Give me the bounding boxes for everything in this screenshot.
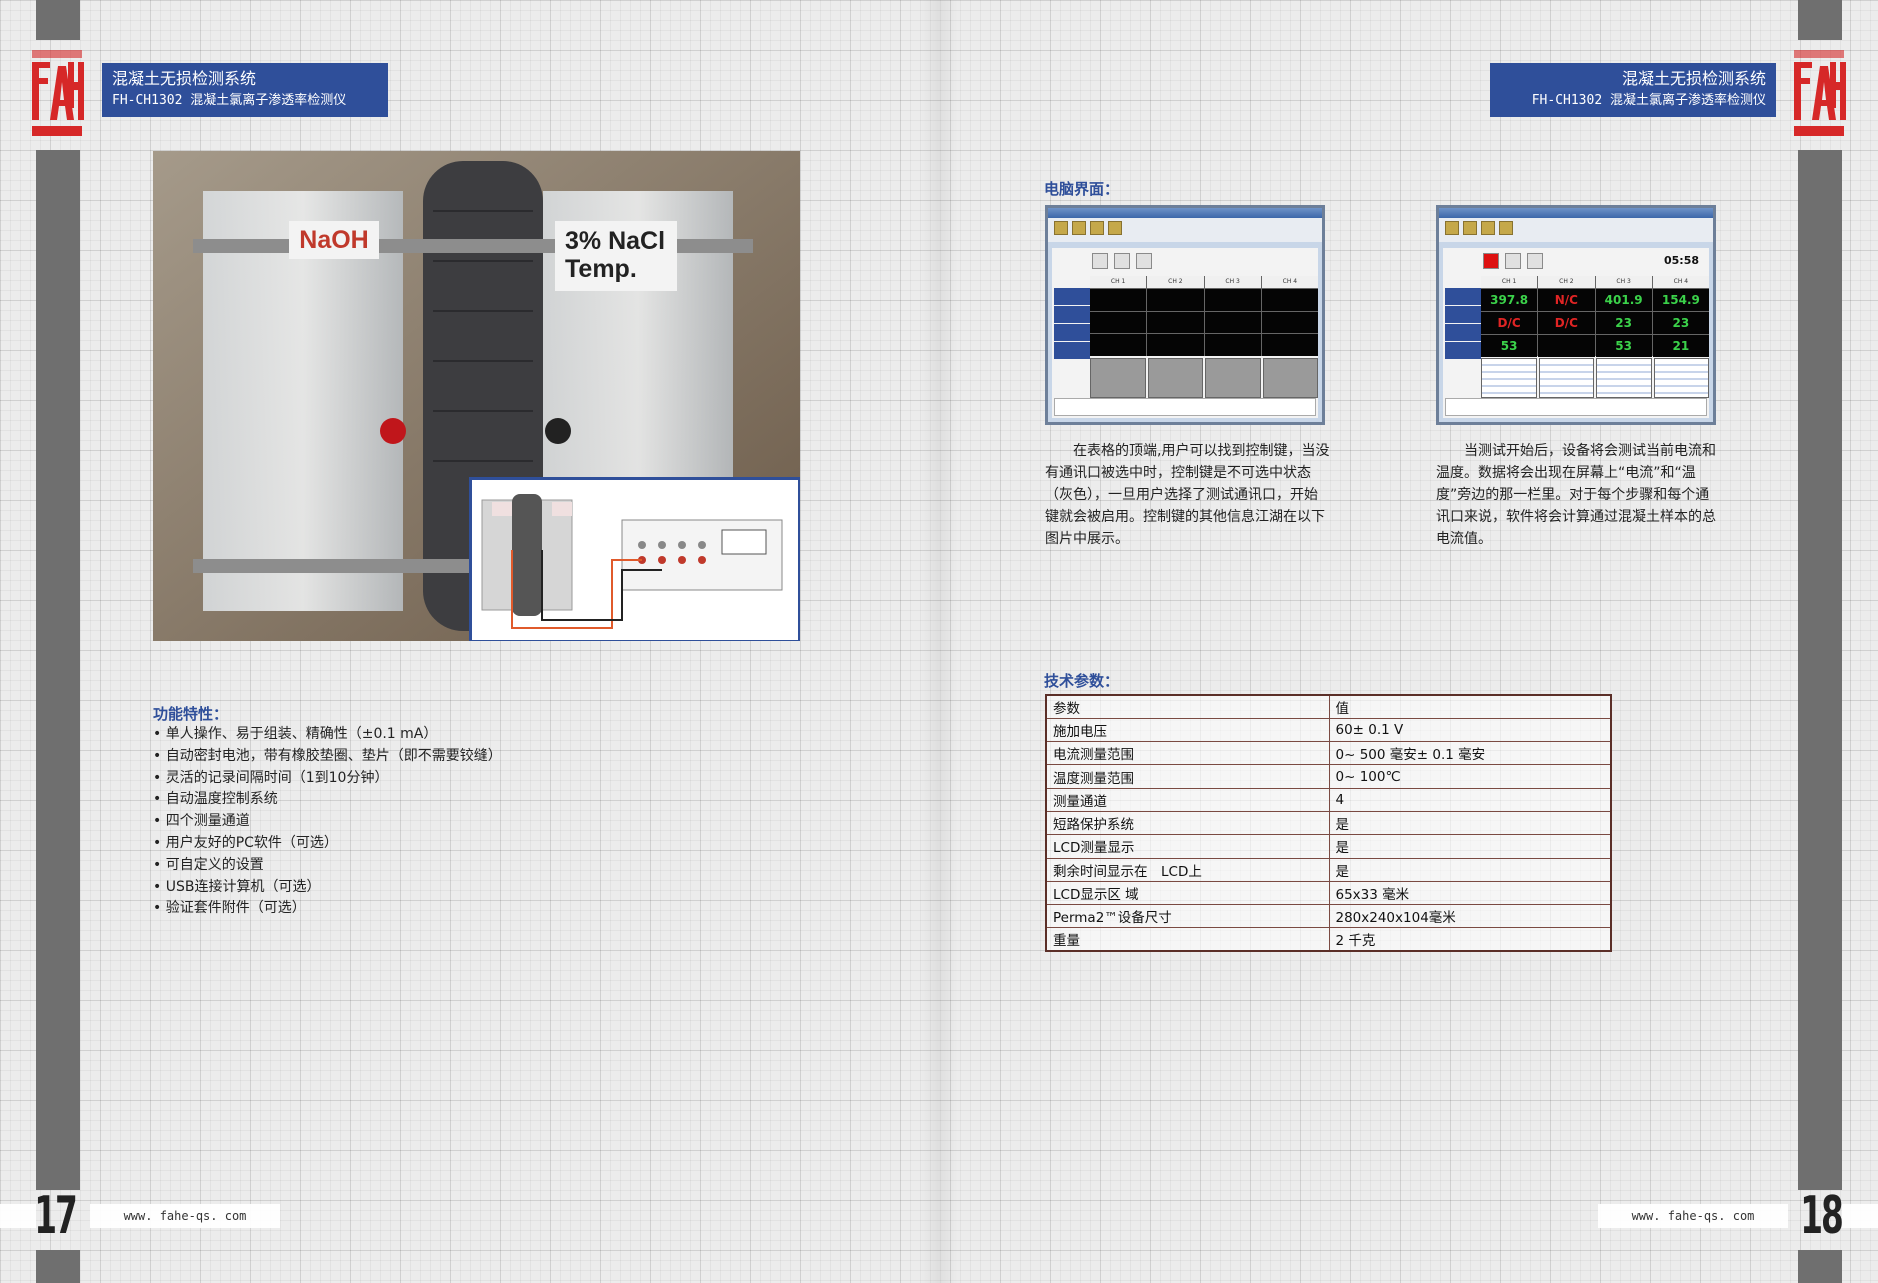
page-number-left: 17 bbox=[34, 1186, 77, 1246]
footer-strip-right bbox=[1842, 1204, 1878, 1228]
software-screenshot-idle: CH 1 CH 2 CH 3 CH 4 bbox=[1045, 205, 1325, 425]
list-item: 验证套件附件（可选） bbox=[153, 898, 502, 920]
pc-interface-title: 电脑界面： bbox=[1044, 180, 1120, 198]
software-screenshot-running: 05:58 CH 1 CH 2 CH 3 CH 4 397.8 N/C 401.9 … bbox=[1436, 205, 1716, 425]
save-icon bbox=[1136, 253, 1152, 269]
table-row: LCD测量显示是 bbox=[1045, 834, 1612, 859]
timer-readout: 05:58 bbox=[1663, 254, 1699, 267]
naoh-label: NaOH bbox=[289, 221, 379, 259]
table-row: 参数值 bbox=[1045, 694, 1612, 719]
table-row: 测量通道 4 bbox=[1045, 787, 1612, 812]
header-title: 混凝土无损检测系统 bbox=[1621, 69, 1766, 88]
header-banner-right: 混凝土无损检测系统 FH-CH1302 混凝土氯离子渗透率检测仪 bbox=[1490, 63, 1776, 117]
header-subtitle: FH-CH1302 混凝土氯离子渗透率检测仪 bbox=[112, 93, 347, 108]
fahe-logo-left bbox=[28, 48, 86, 140]
table-row: LCD显示区 域 65x33 毫米 bbox=[1045, 880, 1612, 906]
header-title: 混凝土无损检测系统 bbox=[112, 69, 257, 88]
stop-icon bbox=[1483, 253, 1499, 269]
tech-params-table: 参数值 施加电压 60± 0.1 V 电流测量范围 0~ 500 毫安± 0.1 毫… bbox=[1045, 694, 1612, 953]
wiring-diagram-inset bbox=[469, 477, 800, 641]
list-item: 自动温度控制系统 bbox=[153, 789, 502, 811]
list-item: 用户友好的PC软件（可选） bbox=[153, 833, 502, 855]
list-item: 四个测量通道 bbox=[153, 811, 502, 833]
table-row: Perma2™设备尺寸 280x240x104毫米 bbox=[1045, 904, 1612, 929]
chart-icon bbox=[1114, 253, 1130, 269]
table-row: 重量 2 千克 bbox=[1045, 927, 1612, 952]
fahe-logo-right bbox=[1790, 48, 1848, 140]
play-icon bbox=[1092, 253, 1108, 269]
website-url-left: www. fahe-qs. com bbox=[90, 1204, 280, 1228]
tech-params-title: 技术参数： bbox=[1044, 672, 1120, 690]
list-item: 灵活的记录间隔时间（1到10分钟） bbox=[153, 768, 502, 790]
feature-list: 单人操作、易于组装、精确性（±0.1 mA） 自动密封电池，带有橡胶垫圈、垫片（… bbox=[153, 724, 502, 920]
list-item: USB连接计算机（可选） bbox=[153, 877, 502, 899]
page-number-right: 18 bbox=[1800, 1186, 1843, 1246]
table-row: 施加电压 60± 0.1 V bbox=[1045, 717, 1612, 743]
website-url-right: www. fahe-qs. com bbox=[1598, 1204, 1788, 1228]
header-banner-left: 混凝土无损检测系统 FH-CH1302 混凝土氯离子渗透率检测仪 bbox=[102, 63, 388, 117]
product-photo: NaOH 3% NaCl Temp. bbox=[153, 151, 800, 641]
spread-gutter bbox=[920, 0, 958, 1283]
right-side-bar bbox=[1798, 0, 1842, 1283]
table-row: 短路保护系统是 bbox=[1045, 810, 1612, 836]
list-item: 自动密封电池，带有橡胶垫圈、垫片（即不需要铰缝） bbox=[153, 746, 502, 768]
table-row: 电流测量范围 0~ 500 毫安± 0.1 毫安 bbox=[1045, 741, 1612, 766]
list-item: 单人操作、易于组装、精确性（±0.1 mA） bbox=[153, 724, 502, 746]
screenshot-caption-2: 当测试开始后，设备将会测试当前电流和温度。数据将会出现在屏幕上“电流”和“温度”… bbox=[1436, 443, 1716, 547]
save-icon bbox=[1527, 253, 1543, 269]
nacl-temp-label: 3% NaCl Temp. bbox=[555, 221, 677, 291]
screenshot-caption-1: 在表格的顶端,用户可以找到控制键，当没有通讯口被选中时，控制键是不可选中状态（灰… bbox=[1045, 443, 1330, 547]
left-side-bar bbox=[36, 0, 80, 1283]
features-title: 功能特性： bbox=[153, 705, 229, 723]
list-item: 可自定义的设置 bbox=[153, 855, 502, 877]
header-subtitle: FH-CH1302 混凝土氯离子渗透率检测仪 bbox=[1531, 93, 1766, 108]
table-row: 剩余时间显示在 LCD上是 bbox=[1045, 857, 1612, 882]
table-row: 温度测量范围 0~ 100℃ bbox=[1045, 764, 1612, 789]
chart-icon bbox=[1505, 253, 1521, 269]
